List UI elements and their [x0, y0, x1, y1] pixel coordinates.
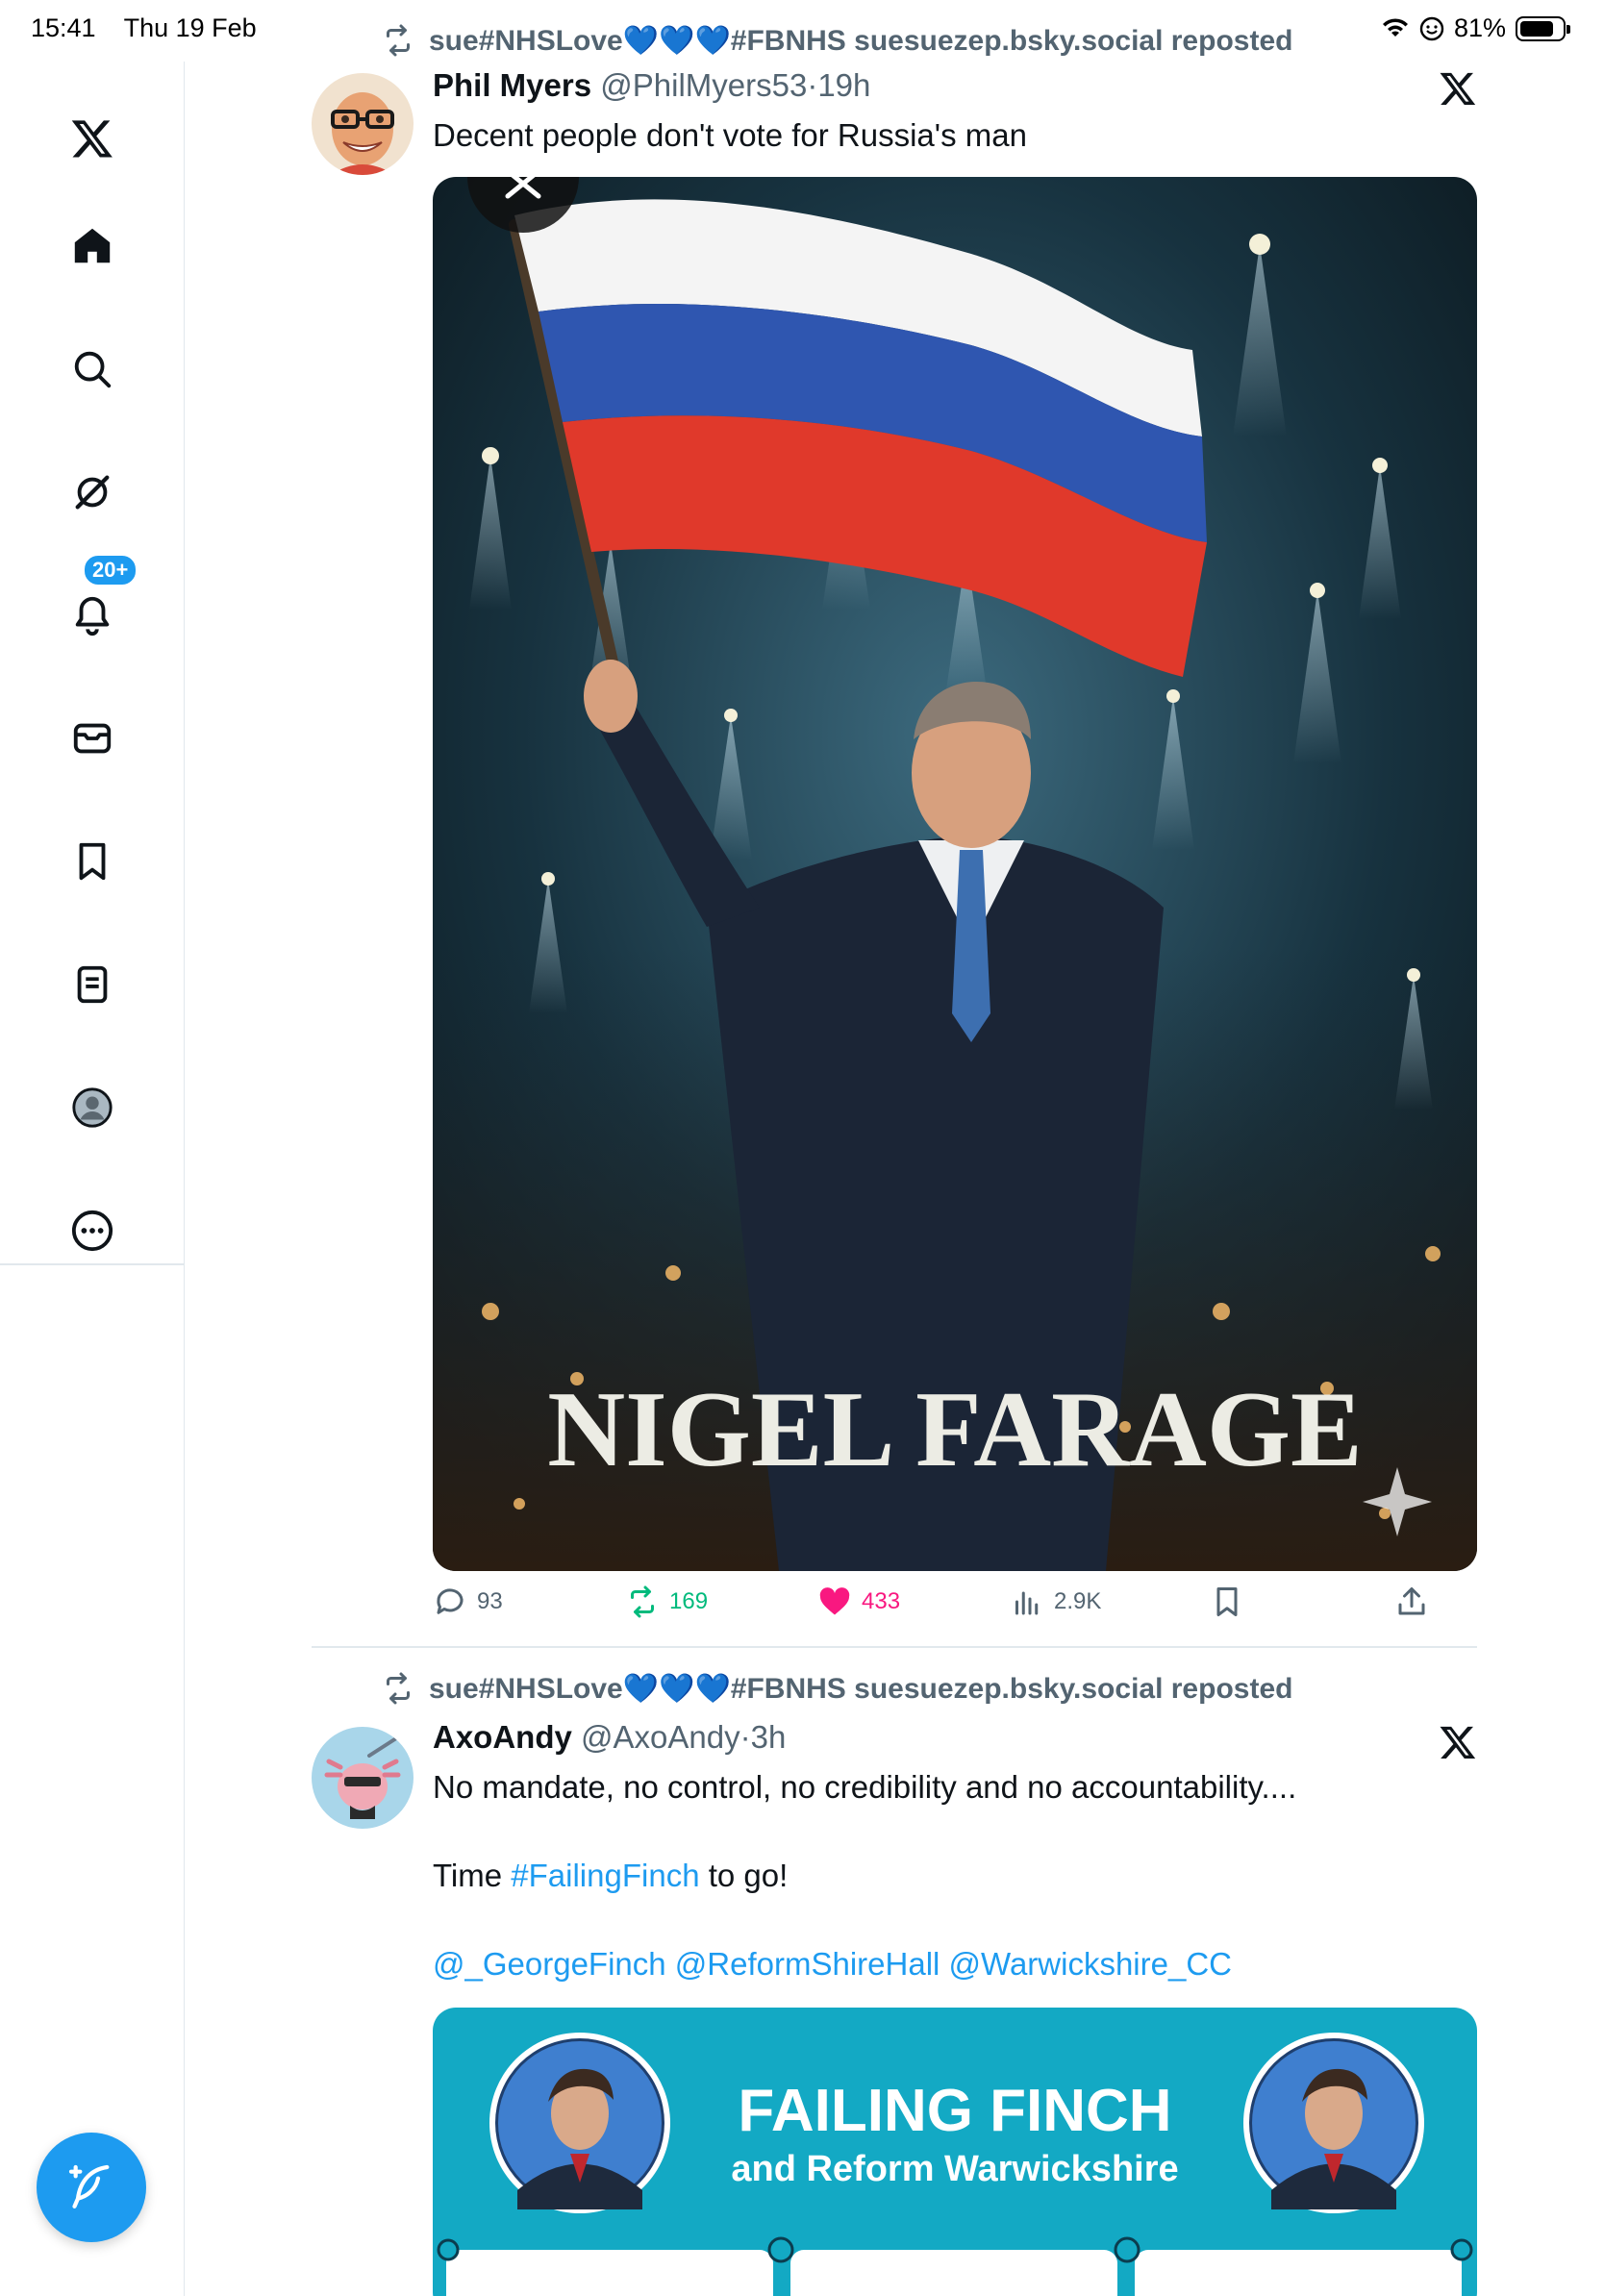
- views-count: 2.9K: [1054, 1588, 1102, 1614]
- post-time[interactable]: 19h: [817, 67, 870, 103]
- avatar[interactable]: [312, 1727, 414, 1829]
- author-handle[interactable]: @PhilMyers53: [600, 67, 807, 103]
- post-card[interactable]: sue#NHSLove💙💙💙#FBNHS suesuezep.bsky.soci…: [312, 1646, 1477, 2296]
- sidebar-divider: [0, 1263, 185, 1265]
- sidebar: 20+: [0, 62, 185, 2296]
- repost-icon: [387, 1672, 410, 1705]
- post-actions: 93 169 433 2.9K: [433, 1585, 1477, 1633]
- post-header: AxoAndy @AxoAndy·3h: [433, 1719, 786, 1756]
- status-time: 15:41: [31, 13, 96, 42]
- share-button[interactable]: [1394, 1585, 1429, 1619]
- heart-icon: [819, 1587, 850, 1615]
- post-image[interactable]: NIGEL FARAGE: [433, 177, 1477, 1571]
- repost-icon: [387, 24, 410, 57]
- author-name[interactable]: AxoAndy: [433, 1719, 572, 1755]
- post-text: Decent people don't vote for Russia's ma…: [433, 117, 1027, 153]
- compose-button[interactable]: [37, 2133, 146, 2242]
- post-text-line-1: No mandate, no control, no credibility a…: [433, 1769, 1297, 1805]
- battery-level: [1520, 20, 1554, 37]
- bookmark-icon: [1216, 1587, 1238, 1616]
- text-suffix: to go!: [699, 1858, 789, 1893]
- post-text-line-2: Time #FailingFinch to go!: [433, 1854, 1394, 1898]
- card-subtitle: and Reform Warwickshire: [731, 2149, 1178, 2189]
- messages-icon[interactable]: [63, 710, 121, 767]
- like-button[interactable]: 433: [817, 1585, 900, 1619]
- x-source-icon[interactable]: [1439, 1723, 1477, 1761]
- search-icon[interactable]: [63, 340, 121, 398]
- like-count: 433: [862, 1588, 901, 1614]
- x-source-icon[interactable]: [1439, 69, 1477, 108]
- reply-count: 93: [477, 1588, 503, 1614]
- repost-count: 169: [669, 1588, 709, 1614]
- reply-button[interactable]: 93: [433, 1585, 503, 1619]
- home-icon[interactable]: [63, 217, 121, 275]
- post-card[interactable]: sue#NHSLove💙💙💙#FBNHS suesuezep.bsky.soci…: [312, 0, 1477, 1646]
- grok-icon[interactable]: [63, 463, 121, 521]
- text-prefix: Time: [433, 1858, 512, 1893]
- profile-icon[interactable]: [63, 1079, 121, 1136]
- repost-indicator: sue#NHSLove💙💙💙#FBNHS suesuezep.bsky.soci…: [381, 23, 1292, 58]
- notification-badge: 20+: [83, 554, 138, 586]
- bookmarks-icon[interactable]: [63, 833, 121, 890]
- views-icon: [1015, 1591, 1039, 1615]
- card-title: FAILING FINCH: [738, 2078, 1171, 2144]
- repost-indicator: sue#NHSLove💙💙💙#FBNHS suesuezep.bsky.soci…: [381, 1671, 1292, 1706]
- views-button[interactable]: 2.9K: [1010, 1585, 1101, 1619]
- post-image[interactable]: FAILING FINCH and Reform Warwickshire: [433, 2008, 1477, 2296]
- separator-dot: ·: [807, 67, 818, 103]
- share-icon: [1398, 1587, 1425, 1615]
- repost-button[interactable]: 169: [625, 1585, 708, 1619]
- lists-icon[interactable]: [63, 956, 121, 1013]
- repost-icon: [631, 1585, 654, 1618]
- avatar[interactable]: [312, 73, 414, 175]
- x-logo-icon[interactable]: [63, 110, 121, 167]
- notifications-icon[interactable]: [63, 586, 121, 644]
- post-header: Phil Myers @PhilMyers53·19h: [433, 67, 870, 104]
- reply-icon: [437, 1588, 464, 1614]
- mention-links[interactable]: @_GeorgeFinch @ReformShireHall @Warwicks…: [433, 1942, 1394, 1986]
- repost-text: sue#NHSLove💙💙💙#FBNHS suesuezep.bsky.soci…: [429, 1672, 1293, 1705]
- author-name[interactable]: Phil Myers: [433, 67, 591, 103]
- bookmark-button[interactable]: [1210, 1585, 1244, 1619]
- compose-icon: [68, 2164, 110, 2209]
- author-handle[interactable]: @AxoAndy: [581, 1719, 740, 1755]
- more-icon[interactable]: [63, 1202, 121, 1260]
- separator-dot: ·: [739, 1719, 751, 1755]
- hashtag-link[interactable]: #FailingFinch: [511, 1858, 699, 1893]
- battery-icon: [1516, 15, 1570, 41]
- post-time[interactable]: 3h: [751, 1719, 787, 1755]
- repost-text: sue#NHSLove💙💙💙#FBNHS suesuezep.bsky.soci…: [429, 24, 1293, 57]
- status-date: Thu 19 Feb: [123, 13, 257, 42]
- image-caption: NIGEL FARAGE: [547, 1370, 1362, 1489]
